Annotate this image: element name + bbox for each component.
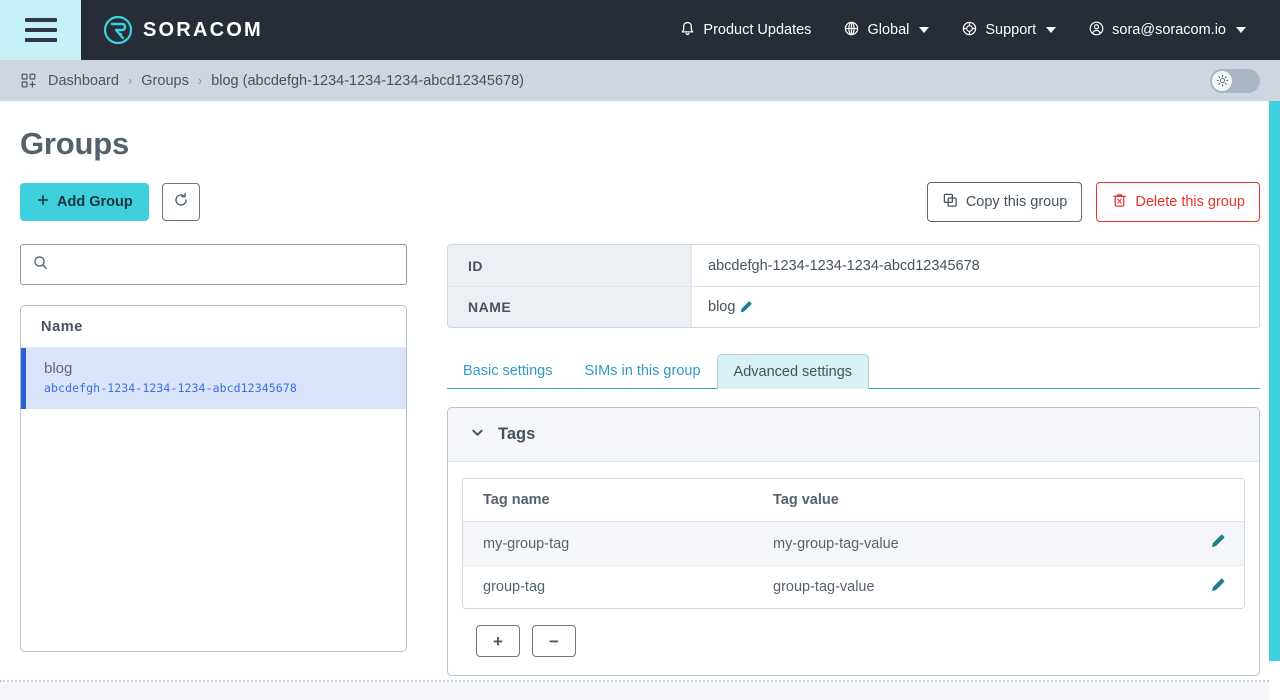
pencil-icon[interactable] — [739, 300, 753, 314]
lifebuoy-icon — [961, 20, 978, 41]
tags-panel-title: Tags — [498, 425, 535, 444]
add-group-button[interactable]: Add Group — [20, 183, 149, 221]
chevron-down-icon — [919, 27, 929, 33]
table-row[interactable]: my-group-tag my-group-tag-value — [463, 522, 1244, 565]
nav-label: Product Updates — [703, 22, 811, 38]
tags-panel-body: Tag name Tag value my-group-tag my-group… — [448, 462, 1259, 675]
action-toolbar: Add Group Copy this group — [0, 162, 1280, 222]
property-key-id: ID — [448, 245, 692, 286]
pencil-icon — [1210, 577, 1226, 598]
breadcrumb-separator: › — [198, 73, 201, 88]
breadcrumb-separator: › — [128, 73, 131, 88]
list-item-name: blog — [44, 358, 388, 379]
groups-sidebar: Name blog abcdefgh-1234-1234-1234-abcd12… — [20, 244, 407, 652]
column-header-tag-value: Tag value — [773, 492, 1192, 508]
group-details: ID abcdefgh-1234-1234-1234-abcd12345678 … — [447, 244, 1260, 676]
trash-icon — [1111, 192, 1128, 213]
add-group-label: Add Group — [57, 194, 133, 210]
nav-item-product-updates[interactable]: Product Updates — [663, 0, 827, 60]
delete-group-label: Delete this group — [1135, 194, 1245, 210]
chevron-down-icon — [470, 425, 485, 445]
column-header-tag-name: Tag name — [463, 492, 773, 508]
table-row[interactable]: group-tag group-tag-value — [463, 565, 1244, 608]
tag-row-controls: + − — [476, 625, 1245, 657]
chevron-down-icon — [1046, 27, 1056, 33]
pencil-icon — [1210, 533, 1226, 554]
bell-icon — [679, 20, 696, 41]
brand-logo-group[interactable]: SORACOM — [103, 15, 263, 45]
copy-group-button[interactable]: Copy this group — [927, 182, 1083, 222]
page-title: Groups — [0, 101, 1280, 162]
property-value-name-cell: blog — [692, 287, 1259, 327]
chevron-down-icon — [1236, 27, 1246, 33]
brand-name: SORACOM — [143, 19, 263, 42]
tag-name: my-group-tag — [463, 536, 773, 552]
breadcrumb-item-dashboard[interactable]: Dashboard — [48, 73, 119, 89]
copy-group-label: Copy this group — [966, 194, 1068, 210]
page-content: Groups Add Group — [0, 101, 1280, 700]
sun-icon — [1212, 71, 1232, 91]
list-item[interactable]: blog abcdefgh-1234-1234-1234-abcd1234567… — [21, 348, 406, 409]
tags-table: Tag name Tag value my-group-tag my-group… — [462, 478, 1245, 609]
plus-icon — [36, 193, 50, 211]
breadcrumb-item-groups[interactable]: Groups — [141, 73, 189, 89]
property-value-id: abcdefgh-1234-1234-1234-abcd12345678 — [692, 245, 1259, 286]
breadcrumb: Dashboard › Groups › blog (abcdefgh-1234… — [20, 72, 524, 89]
search-input[interactable] — [57, 257, 395, 273]
hamburger-menu-button[interactable] — [0, 0, 81, 60]
delete-group-button[interactable]: Delete this group — [1096, 182, 1260, 222]
tags-panel-header[interactable]: Tags — [448, 408, 1259, 462]
groups-list-panel: Name blog abcdefgh-1234-1234-1234-abcd12… — [20, 305, 407, 652]
group-actions: Copy this group Delete this group — [927, 182, 1260, 222]
nav-item-account[interactable]: sora@soracom.io — [1072, 0, 1262, 60]
tab-sims-in-this-group[interactable]: SIMs in this group — [568, 354, 716, 388]
group-properties-table: ID abcdefgh-1234-1234-1234-abcd12345678 … — [447, 244, 1260, 328]
edit-tag-button[interactable] — [1192, 577, 1244, 598]
theme-toggle[interactable] — [1210, 69, 1260, 93]
globe-icon — [843, 20, 860, 41]
property-value-name: blog — [708, 299, 735, 315]
user-circle-icon — [1088, 20, 1105, 41]
refresh-button[interactable] — [162, 183, 200, 221]
content-columns: Name blog abcdefgh-1234-1234-1234-abcd12… — [0, 222, 1280, 676]
tags-table-header-row: Tag name Tag value — [463, 479, 1244, 522]
search-icon — [32, 254, 49, 276]
nav-item-support[interactable]: Support — [945, 0, 1072, 60]
footer-area — [0, 682, 1269, 700]
copy-icon — [942, 192, 959, 213]
refresh-icon — [172, 191, 190, 213]
groups-list-header: Name — [21, 306, 406, 348]
table-row: ID abcdefgh-1234-1234-1234-abcd12345678 — [448, 245, 1259, 286]
property-key-name: NAME — [448, 287, 692, 327]
nav-item-global[interactable]: Global — [827, 0, 945, 60]
search-box[interactable] — [20, 244, 407, 285]
page-scrollbar-thumb[interactable] — [1269, 101, 1280, 661]
breadcrumb-bar: Dashboard › Groups › blog (abcdefgh-1234… — [0, 60, 1280, 101]
tab-advanced-settings[interactable]: Advanced settings — [717, 354, 870, 389]
list-item-id: abcdefgh-1234-1234-1234-abcd12345678 — [44, 379, 388, 397]
remove-tag-button[interactable]: − — [532, 625, 576, 657]
nav-label: Global — [867, 22, 909, 38]
tags-panel: Tags Tag name Tag value my-group-tag my-… — [447, 407, 1260, 676]
breadcrumb-item-current: blog (abcdefgh-1234-1234-1234-abcd123456… — [211, 73, 524, 89]
table-row: NAME blog — [448, 286, 1259, 327]
top-navigation-bar: SORACOM Product Updates Global — [0, 0, 1280, 60]
edit-tag-button[interactable] — [1192, 533, 1244, 554]
soracom-logo-icon — [103, 15, 133, 45]
tag-value: group-tag-value — [773, 579, 1192, 595]
tab-basic-settings[interactable]: Basic settings — [447, 354, 568, 388]
tag-name: group-tag — [463, 579, 773, 595]
settings-tabs: Basic settings SIMs in this group Advanc… — [447, 354, 1260, 389]
hamburger-icon — [25, 18, 57, 42]
add-tag-button[interactable]: + — [476, 625, 520, 657]
tag-value: my-group-tag-value — [773, 536, 1192, 552]
nav-label: Support — [985, 22, 1036, 38]
dashboard-add-icon — [20, 72, 37, 89]
nav-label: sora@soracom.io — [1112, 22, 1226, 38]
top-nav-items: Product Updates Global Suppor — [663, 0, 1280, 60]
